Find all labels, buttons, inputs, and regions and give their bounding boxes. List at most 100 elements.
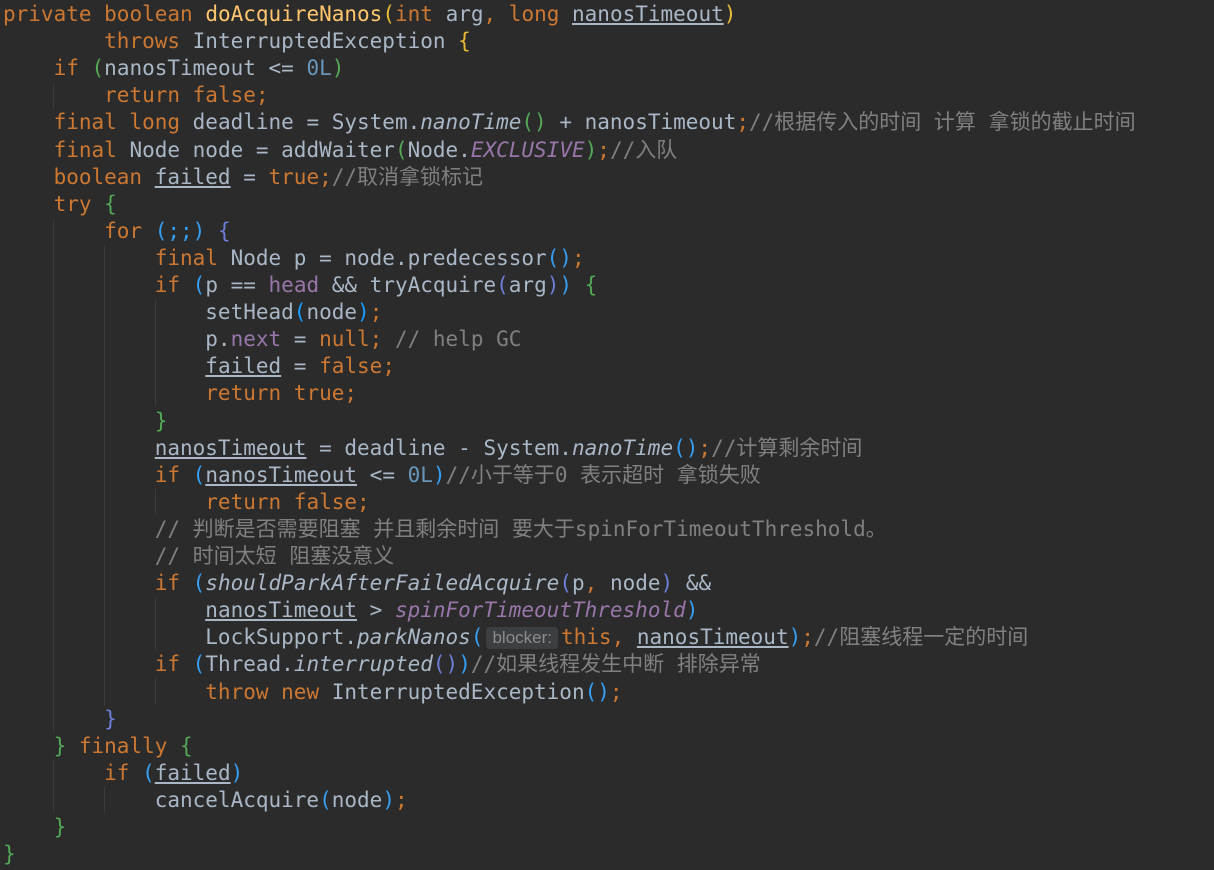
code-token: ( [91,56,105,81]
code-token: } [3,733,79,758]
code-line: if (nanosTimeout <= 0L) [3,55,345,82]
code-token: ( [470,625,484,650]
code-token: Node. [407,137,471,162]
code-token: + nanosTimeout [546,110,737,135]
code-line: failed = false; [3,353,395,380]
code-token: InterruptedException [331,679,585,704]
code-token: //如果线程发生中断 排除异常 [470,652,761,677]
code-token: if [3,273,193,297]
code-token: { [458,29,471,54]
code-token: } [3,842,16,867]
code-token: long [508,2,573,26]
code-token: () [546,245,572,270]
code-line: if (Thread.interrupted())//如果线程发生中断 排除异常 [3,651,761,678]
code-line: return false; [3,489,369,516]
code-token: , [584,571,610,596]
code-token: node [609,571,661,596]
code-token: ; [319,164,332,189]
code-line: p.next = null; // help GC [3,326,521,353]
code-token: // 时间太短 阻塞没意义 [3,544,395,568]
code-line: LockSupport.parkNanos(blocker: this, nano… [3,624,1028,651]
code-token: ) [584,137,598,162]
code-token: ( [394,137,408,162]
code-token: ; [609,679,623,704]
code-token: new [281,679,332,704]
code-token: null [319,327,370,352]
code-token: // 判断是否需要阻塞 并且剩余时间 要大于spinForTimeoutThre… [3,516,887,541]
code-line: throw new InterruptedException(); [3,679,623,706]
code-line: boolean failed = true;//取消拿锁标记 [3,164,483,191]
code-token: true [268,164,320,189]
code-token: try [3,191,105,216]
code-token: = [293,327,320,352]
code-line: cancelAcquire(node); [3,787,408,814]
code-token: long [129,110,193,135]
code-token: //计算剩余时间 [711,435,863,460]
code-token: true [293,381,345,406]
code-token: throw [3,679,282,704]
code-token: return [3,381,294,406]
code-token: LockSupport. [3,625,358,650]
code-token: nanosTimeout [205,598,358,623]
code-token: ) [559,273,585,297]
code-token: { [180,733,193,758]
code-token: ; [394,787,408,812]
code-token: ; [571,245,585,270]
code-token: InterruptedException [192,29,459,54]
code-line: return true; [3,380,357,407]
code-line: if (shouldParkAfterFailedAcquire(p, node… [3,570,711,597]
code-token: (;;) [154,218,218,243]
code-line: final long deadline = System.nanoTime() … [3,109,1136,136]
code-token: false [319,354,383,379]
code-line: } [3,841,16,868]
code-token: nanosTimeout <= [104,56,307,81]
code-token: if [3,56,92,81]
code-token: = [230,164,269,189]
code-token: { [584,273,598,297]
code-token: Thread. [205,652,294,677]
code-token: 0L [306,56,332,81]
code-token: for [3,218,155,243]
code-token: //小于等于0 表示超时 拿锁失败 [445,462,761,487]
code-line: // 判断是否需要阻塞 并且剩余时间 要大于spinForTimeoutThre… [3,516,887,543]
code-token: //取消拿锁标记 [331,164,484,189]
code-token: ; [369,300,383,325]
code-token: failed [205,354,282,379]
code-editor[interactable]: private boolean doAcquireNanos(int arg, … [0,0,1214,870]
code-token: { [104,191,117,216]
code-token: ; [597,137,610,162]
code-token: ( [192,571,206,596]
code-token: nanoTime [571,435,674,460]
code-token: p [571,571,585,596]
code-token: ( [559,571,572,596]
code-token: ( [319,787,332,812]
code-token: spinForTimeoutThreshold [394,598,686,623]
code-token: ) [660,571,686,596]
code-token: return [3,83,193,108]
code-token: ( [382,2,395,26]
code-token: ( [192,652,206,677]
code-token: arg [445,2,484,26]
code-line: final Node p = node.predecessor(); [3,245,585,272]
code-line: if (failed) [3,760,243,787]
code-token: ; [736,110,749,135]
code-token: private [3,2,105,26]
code-token: , [483,2,509,26]
code-line: nanosTimeout > spinForTimeoutThreshold) [3,597,698,624]
code-token: shouldParkAfterFailedAcquire [205,571,560,596]
code-line: if (nanosTimeout <= 0L)//小于等于0 表示超时 拿锁失败 [3,462,761,489]
code-token: ) [685,598,699,623]
code-token: 0L [407,462,433,487]
code-token: next [230,327,294,352]
code-token: node [306,300,358,325]
code-line: } [3,408,168,435]
code-token: final [3,245,231,270]
code-token: && tryAcquire [331,273,497,297]
code-token: () [521,110,547,135]
code-line: } [3,814,67,841]
code-token: cancelAcquire [3,787,320,812]
code-token: ) [546,273,560,297]
code-token: ) [458,652,471,677]
code-token: && [685,571,712,596]
